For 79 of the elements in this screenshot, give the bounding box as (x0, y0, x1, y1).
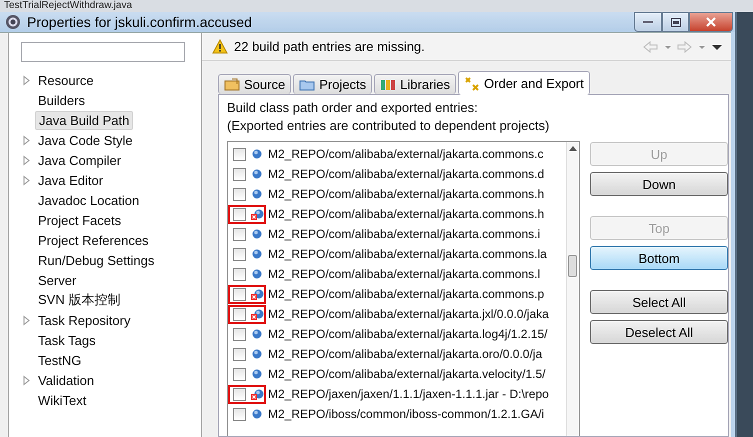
tree-item[interactable]: Java Build Path (35, 110, 134, 130)
checkbox[interactable] (233, 368, 246, 380)
description-text: Build class path order and exported entries: (227, 99, 479, 117)
forward-arrow-icon (677, 40, 707, 52)
checkbox[interactable] (233, 408, 246, 420)
action-button[interactable]: Bottom (590, 246, 728, 270)
library-path[interactable]: M2_REPO/com/alibaba/external/jakarta.log4j/1.2.15/ (268, 327, 548, 341)
tree-item[interactable]: Builders (35, 92, 88, 108)
gear-icon (5, 14, 21, 30)
tree-item[interactable]: Resource (35, 72, 97, 88)
checkbox[interactable] (233, 228, 246, 240)
action-button[interactable]: Down (590, 172, 728, 196)
checkbox[interactable] (233, 168, 246, 180)
editor-tab-title[interactable]: TestTrialRejectWithdraw.java (4, 0, 132, 11)
tree-item[interactable]: SVN 版本控制 (35, 290, 124, 310)
expand-arrow-icon (21, 134, 32, 146)
library-path[interactable]: M2_REPO/com/alibaba/external/jakarta.jxl/0.0.0/jaka (268, 307, 549, 321)
back-arrow-icon (643, 40, 673, 52)
library-path[interactable]: M2_REPO/jaxen/jaxen/1.1.1/jaxen-1.1.1.jar - D:\repo (268, 387, 549, 401)
action-button[interactable]: Select All (590, 290, 728, 314)
checkbox[interactable] (233, 248, 246, 260)
checkbox[interactable] (233, 348, 246, 360)
minimize-icon (643, 20, 653, 24)
library-path[interactable]: M2_REPO/com/alibaba/external/jakarta.commons.la (268, 247, 547, 261)
tree-item[interactable]: Project References (35, 232, 152, 248)
tree-item[interactable]: Javadoc Location (35, 192, 142, 208)
library-path[interactable]: M2_REPO/com/alibaba/external/jakarta.velocity/1.5/ (268, 367, 546, 381)
tree-item[interactable]: TestNG (35, 352, 84, 368)
tree-item[interactable]: Java Compiler (35, 152, 124, 168)
tab[interactable]: Projects (293, 74, 372, 94)
scroll-up-icon (569, 146, 578, 151)
library-path[interactable]: M2_REPO/com/alibaba/external/jakarta.oro/0.0.0/ja (268, 347, 542, 361)
warning-message: 22 build path entries are missing. (234, 39, 425, 54)
scrollbar[interactable] (566, 142, 580, 436)
checkbox[interactable] (233, 308, 246, 320)
tree-item[interactable]: Task Tags (35, 332, 99, 348)
expand-arrow-icon (21, 314, 32, 326)
expand-arrow-icon (21, 154, 32, 166)
tree-item[interactable]: Run/Debug Settings (35, 252, 158, 268)
action-button[interactable]: Deselect All (590, 320, 728, 344)
checkbox[interactable] (233, 148, 246, 160)
library-path[interactable]: M2_REPO/com/alibaba/external/jakarta.commons.p (268, 287, 544, 301)
library-path[interactable]: M2_REPO/com/alibaba/external/jakarta.commons.h (268, 187, 544, 201)
checkbox[interactable] (233, 188, 246, 200)
close-icon (706, 17, 716, 27)
tree-item[interactable]: Validation (35, 372, 98, 388)
warning-icon (212, 39, 228, 54)
maximize-button[interactable] (662, 12, 689, 32)
expand-arrow-icon (21, 374, 32, 386)
tree-item[interactable]: WikiText (35, 392, 90, 408)
checkbox[interactable] (233, 268, 246, 280)
tab[interactable]: Libraries (374, 74, 456, 94)
tree-item[interactable]: Task Repository (35, 312, 134, 328)
library-path[interactable]: M2_REPO/com/alibaba/external/jakarta.commons.c (268, 147, 544, 161)
source-folder-icon (224, 76, 240, 92)
window-title: Properties for jskuli.confirm.accused (27, 14, 252, 30)
tree-item[interactable]: Java Editor (35, 172, 106, 188)
library-path[interactable]: M2_REPO/com/alibaba/external/jakarta.commons.i (268, 227, 540, 241)
scroll-thumb[interactable] (568, 255, 578, 277)
tab[interactable]: Source (218, 74, 292, 94)
tab[interactable]: Order and Export (458, 71, 590, 95)
library-path[interactable]: M2_REPO/com/alibaba/external/jakarta.commons.d (268, 167, 544, 181)
maximize-icon (670, 18, 680, 26)
tree-item[interactable]: Server (35, 272, 80, 288)
checkbox[interactable] (233, 208, 246, 220)
minimize-button[interactable] (634, 12, 662, 32)
expand-arrow-icon (21, 174, 32, 186)
library-path[interactable]: M2_REPO/com/alibaba/external/jakarta.commons.l (268, 267, 540, 281)
tree-item[interactable]: Java Code Style (35, 132, 136, 148)
checkbox[interactable] (233, 388, 246, 400)
description-text: (Exported entries are contributed to dependent projects) (227, 117, 550, 135)
checkbox[interactable] (233, 288, 246, 300)
library-path[interactable]: M2_REPO/iboss/common/iboss-common/1.2.1.GA/i (268, 407, 544, 421)
library-path[interactable]: M2_REPO/com/alibaba/external/jakarta.commons.h (268, 207, 544, 221)
tree-item[interactable]: Project Facets (35, 212, 124, 228)
close-button[interactable] (689, 12, 733, 32)
expand-arrow-icon (21, 74, 32, 86)
checkbox[interactable] (233, 328, 246, 340)
filter-field[interactable] (21, 42, 185, 62)
